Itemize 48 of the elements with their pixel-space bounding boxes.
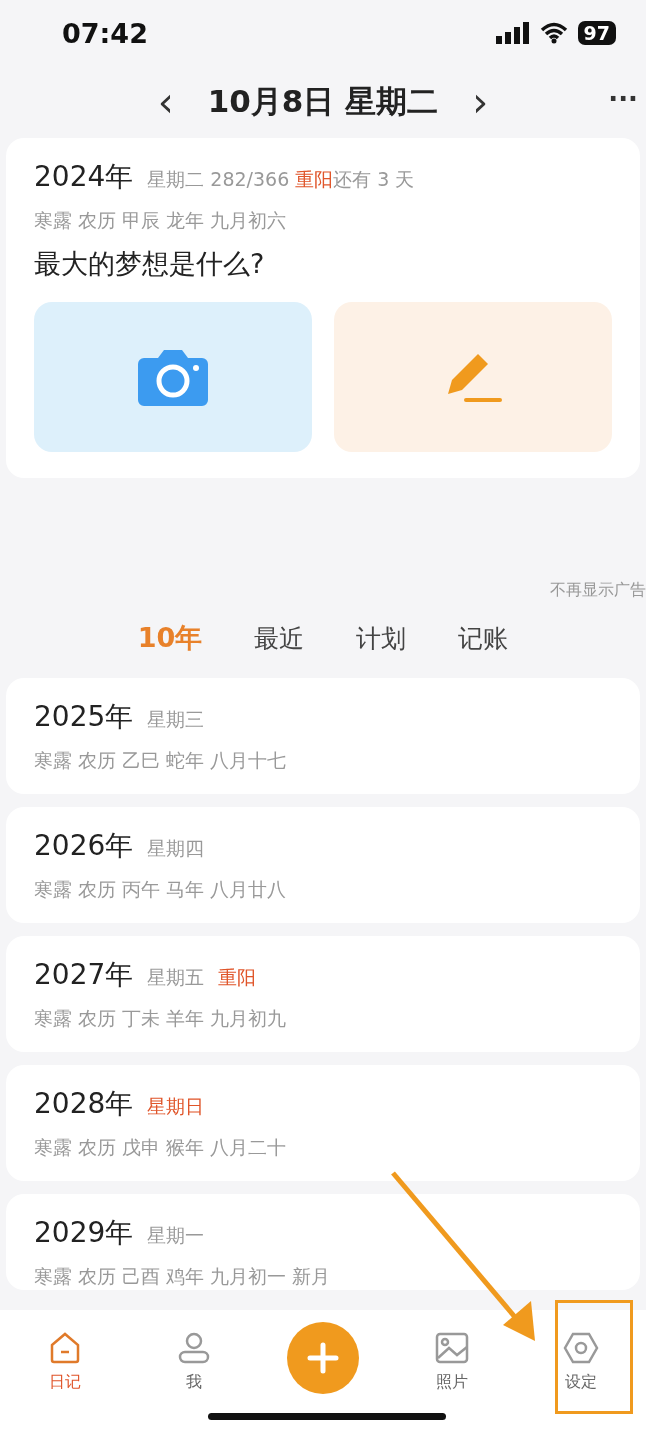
photo-tile[interactable] (34, 302, 312, 452)
date-info: 星期四 (147, 836, 205, 861)
lunar-date: 寒露 农历 丁未 羊年 九月初九 (34, 1006, 288, 1031)
year-card[interactable]: 2028年 星期日 寒露 农历 戊申 猴年 八月二十 (6, 1065, 640, 1181)
lunar-date: 寒露 农历 己酉 鸡年 九月初一 新月 (34, 1264, 332, 1289)
view-tab[interactable]: 最近 (254, 621, 305, 655)
diary-prompt: 最大的梦想是什么? (34, 247, 266, 281)
lunar-date: 寒露 农历 甲辰 龙年 九月初六 (34, 208, 288, 233)
date-info: 星期五 (147, 965, 205, 990)
year-card[interactable]: 2026年 星期四 寒露 农历 丙午 马年 八月廿八 (6, 807, 640, 923)
nav-tab[interactable]: 日记 (24, 1320, 105, 1400)
nav-tab[interactable]: 设定 (541, 1320, 622, 1400)
lunar-date: 寒露 农历 乙巳 蛇年 八月十七 (34, 748, 288, 773)
year-label: 2027年 (34, 957, 134, 993)
festival-label: 重阳 (218, 965, 257, 990)
signal-icon (495, 22, 530, 44)
year-label: 2026年 (34, 828, 134, 864)
lunar-date: 寒露 农历 丙午 马年 八月廿八 (34, 877, 288, 902)
nav-tab[interactable]: 照片 (412, 1320, 493, 1400)
year-label: 2024年 (34, 159, 134, 195)
date-info: 星期三 (147, 707, 205, 732)
year-label: 2029年 (34, 1215, 134, 1251)
view-tab[interactable]: 记账 (458, 621, 509, 655)
more-button[interactable]: ··· (608, 84, 638, 114)
plus-icon (305, 1341, 340, 1375)
date-info: 星期一 (147, 1223, 205, 1248)
festival-label: 星期日 (147, 1094, 205, 1119)
battery-level: 97 (577, 21, 616, 45)
write-tile[interactable] (334, 302, 612, 452)
view-tab[interactable]: 计划 (356, 621, 407, 655)
date-info: 还有 3 天 (333, 168, 415, 190)
next-day-button[interactable]: › (472, 82, 489, 122)
lunar-date: 寒露 农历 戊申 猴年 八月二十 (34, 1135, 288, 1160)
year-card[interactable]: 2029年 星期一 寒露 农历 己酉 鸡年 九月初一 新月 (6, 1194, 640, 1290)
date-info: 星期二 282/366 (147, 168, 291, 190)
camera-icon (138, 348, 208, 406)
status-time: 07:42 (62, 17, 148, 49)
wifi-icon (539, 22, 568, 44)
year-card[interactable]: 2027年 星期五 重阳 寒露 农历 丁未 羊年 九月初九 (6, 936, 640, 1052)
year-label: 2028年 (34, 1086, 134, 1122)
year-card[interactable]: 2025年 星期三 寒露 农历 乙巳 蛇年 八月十七 (6, 678, 640, 794)
nav-tab[interactable]: 我 (153, 1320, 234, 1400)
image-icon (434, 1330, 471, 1366)
date-title: 10月8日 星期二 (207, 82, 439, 121)
year-label: 2025年 (34, 699, 134, 735)
settings-icon (563, 1330, 600, 1366)
previous-day-button[interactable]: ‹ (157, 82, 174, 122)
festival-label: 重阳 (295, 168, 334, 190)
